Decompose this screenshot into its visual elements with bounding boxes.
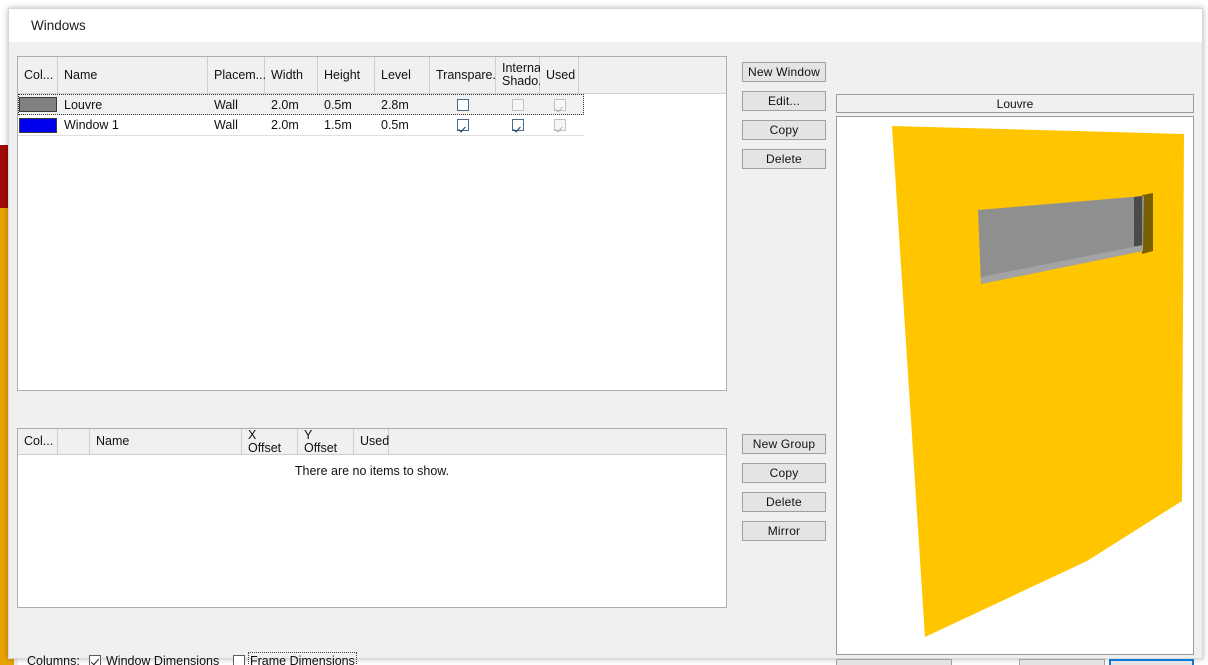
checkbox-box	[233, 654, 245, 665]
column-header[interactable]: Used	[540, 57, 579, 93]
groups-empty-message: There are no items to show.	[294, 464, 450, 478]
column-header[interactable]: Internal Shado...	[496, 57, 549, 93]
copy-window-button[interactable]: Copy	[742, 120, 826, 140]
checkbox-label: Frame Dimensions	[248, 651, 357, 665]
preview-3d-canvas[interactable]	[836, 116, 1194, 655]
cell-name: Louvre	[64, 97, 103, 112]
cell-width: 2.0m	[271, 118, 299, 132]
row-color-swatch-cell	[18, 115, 58, 135]
checkbox-label: Window Dimensions	[106, 653, 220, 665]
purge-unused-button[interactable]: Purge Unused	[836, 659, 952, 665]
column-header[interactable]	[58, 429, 90, 454]
edit-button[interactable]: Edit...	[742, 91, 826, 111]
column-header[interactable]: Transpare...	[430, 57, 503, 93]
cell-transparent	[430, 94, 496, 115]
column-header[interactable]: Width	[265, 57, 318, 93]
windows-list-grid[interactable]: Col... Name Placem... Width Height Level Trans…	[17, 56, 727, 391]
cell-width: 2.0m	[271, 97, 299, 112]
cell-level: 2.8m	[381, 97, 409, 112]
checkbox-window-dimensions[interactable]: Window Dimensions	[89, 654, 229, 665]
delete-window-button[interactable]: Delete	[742, 149, 826, 169]
column-header[interactable]: Name	[90, 429, 242, 454]
cell-placement: Wall	[214, 118, 238, 132]
columns-label: Columns:	[27, 653, 80, 665]
column-header[interactable]: Col...	[18, 429, 58, 454]
dialog-title: Windows	[31, 18, 86, 33]
cell-used	[540, 94, 579, 115]
grid-checkbox	[512, 98, 524, 111]
groups-list-grid[interactable]: Col... Name X Offset Y Offset Used There are…	[17, 428, 727, 608]
cell-used	[540, 115, 579, 135]
ok-button[interactable]: OK	[1019, 659, 1105, 665]
delete-group-button[interactable]: Delete	[742, 492, 826, 512]
dialog-client-area: Col... Name Placem... Width Height Level Trans…	[9, 42, 1202, 665]
dialog-titlebar: Windows	[9, 9, 1202, 42]
column-header[interactable]: Name	[58, 57, 208, 93]
row-color-swatch-cell	[18, 94, 58, 115]
copy-group-button[interactable]: Copy	[742, 463, 826, 483]
mirror-button[interactable]: Mirror	[742, 521, 826, 541]
grid-checkbox	[553, 119, 566, 131]
columns-options-row-1: Columns: Window Dimensions Frame Dimensi…	[27, 650, 359, 665]
windows-grid-header: Col... Name Placem... Width Height Level Trans…	[18, 57, 726, 94]
new-group-button[interactable]: New Group	[742, 434, 826, 454]
cell-placement: Wall	[214, 97, 238, 112]
grid-checkbox	[553, 98, 566, 111]
column-header[interactable]: Level	[375, 57, 430, 93]
column-header[interactable]	[389, 429, 726, 454]
groups-grid-header: Col... Name X Offset Y Offset Used	[18, 429, 726, 455]
columns-options: Columns: Window Dimensions Frame Dimensi…	[27, 650, 359, 665]
cell-transparent	[430, 115, 496, 135]
column-header[interactable]: Height	[318, 57, 375, 93]
column-header[interactable]: Placem...	[208, 57, 266, 93]
column-header[interactable]: Col...	[18, 57, 58, 93]
column-header[interactable]: X Offset	[242, 429, 298, 454]
cell-name: Window 1	[64, 118, 119, 132]
table-row[interactable]: Window 1 Wall 2.0m 1.5m 0.5m	[18, 115, 584, 136]
new-window-button[interactable]: New Window	[742, 62, 826, 82]
column-header[interactable]: Used	[354, 429, 389, 454]
color-swatch[interactable]	[19, 117, 57, 133]
grid-checkbox[interactable]	[457, 98, 469, 111]
preview-3d-scene	[892, 126, 1184, 637]
checkbox-frame-dimensions[interactable]: Frame Dimensions	[233, 651, 357, 665]
table-row[interactable]: Louvre Wall 2.0m 0.5m 2.8m	[18, 94, 584, 115]
groups-grid-body: There are no items to show.	[18, 455, 726, 478]
color-swatch[interactable]	[19, 97, 57, 112]
column-header[interactable]	[579, 57, 726, 93]
checkbox-box	[89, 654, 101, 665]
cancel-button[interactable]: Cancel	[1109, 659, 1194, 665]
preview-title-bar: Louvre	[836, 94, 1194, 113]
cell-height: 1.5m	[324, 118, 352, 132]
grid-checkbox[interactable]	[512, 119, 524, 131]
cell-internal-shadow	[496, 115, 540, 135]
cell-height: 0.5m	[324, 97, 352, 112]
windows-grid-body[interactable]: Louvre Wall 2.0m 0.5m 2.8m Window 1 Wall 2.0m 1.…	[18, 94, 726, 136]
windows-dialog: Windows Col... Name Placem... Width Height Le…	[8, 8, 1203, 665]
cell-internal-shadow	[496, 94, 540, 115]
grid-checkbox[interactable]	[457, 119, 469, 131]
louvre-panel-edge	[1134, 196, 1142, 248]
cell-level: 0.5m	[381, 118, 409, 132]
column-header[interactable]: Y Offset	[298, 429, 354, 454]
